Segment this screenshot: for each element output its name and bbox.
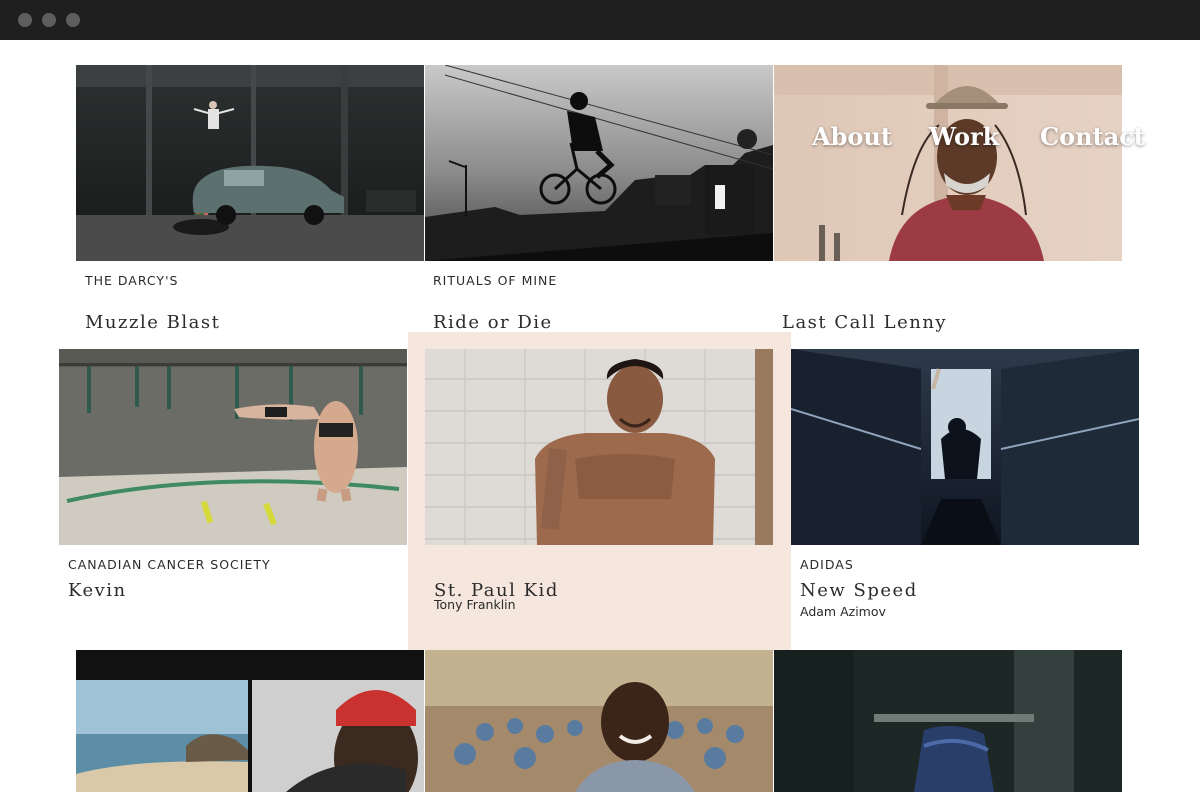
project-title[interactable]: Last Call Lenny: [782, 312, 947, 333]
portfolio-page: THE DARCY'S Muzzle Blast RITUALS OF MINE…: [0, 40, 1200, 792]
project-director: Tony Franklin: [434, 597, 516, 612]
project-thumbnail[interactable]: [59, 349, 407, 545]
project-tile-muzzle-blast[interactable]: THE DARCY'S Muzzle Blast: [76, 65, 424, 333]
project-director: Adam Azimov: [800, 604, 886, 619]
project-thumbnail[interactable]: [76, 65, 424, 261]
project-tile-row3-3[interactable]: [774, 650, 1122, 792]
main-nav: About Work Contact: [812, 122, 1145, 158]
nav-about-link[interactable]: About: [812, 122, 892, 151]
project-client: ADIDAS: [800, 557, 854, 572]
window-close-icon[interactable]: [18, 13, 32, 27]
project-tile-new-speed[interactable]: ADIDAS New Speed Adam Azimov: [791, 349, 1139, 619]
project-tile-st-paul-kid[interactable]: St. Paul Kid Tony Franklin: [408, 332, 791, 650]
project-tile-row3-2[interactable]: [425, 650, 773, 792]
project-thumbnail[interactable]: [774, 65, 1122, 261]
project-client: CANADIAN CANCER SOCIETY: [68, 557, 271, 572]
project-thumbnail[interactable]: [425, 349, 773, 545]
project-client: THE DARCY'S: [85, 273, 179, 288]
project-thumbnail[interactable]: [425, 650, 773, 792]
window-minimize-icon[interactable]: [42, 13, 56, 27]
nav-work-link[interactable]: Work: [929, 122, 999, 151]
project-client: RITUALS OF MINE: [433, 273, 558, 288]
project-thumbnail[interactable]: [791, 349, 1139, 545]
project-tile-ride-or-die[interactable]: RITUALS OF MINE Ride or Die: [425, 65, 773, 333]
project-tile-row3-1[interactable]: [76, 650, 424, 792]
nav-contact-link[interactable]: Contact: [1040, 122, 1145, 151]
project-title[interactable]: Muzzle Blast: [85, 312, 220, 333]
project-title[interactable]: New Speed: [800, 580, 918, 601]
project-thumbnail[interactable]: [425, 65, 773, 261]
window-maximize-icon[interactable]: [66, 13, 80, 27]
project-tile-kevin[interactable]: CANADIAN CANCER SOCIETY Kevin: [59, 349, 407, 609]
project-tile-last-call-lenny[interactable]: Last Call Lenny: [774, 65, 1122, 333]
project-title[interactable]: Ride or Die: [433, 312, 553, 333]
project-thumbnail[interactable]: [76, 650, 424, 792]
project-title[interactable]: Kevin: [68, 580, 127, 601]
browser-chrome: [0, 0, 1200, 40]
project-thumbnail[interactable]: [774, 650, 1122, 792]
